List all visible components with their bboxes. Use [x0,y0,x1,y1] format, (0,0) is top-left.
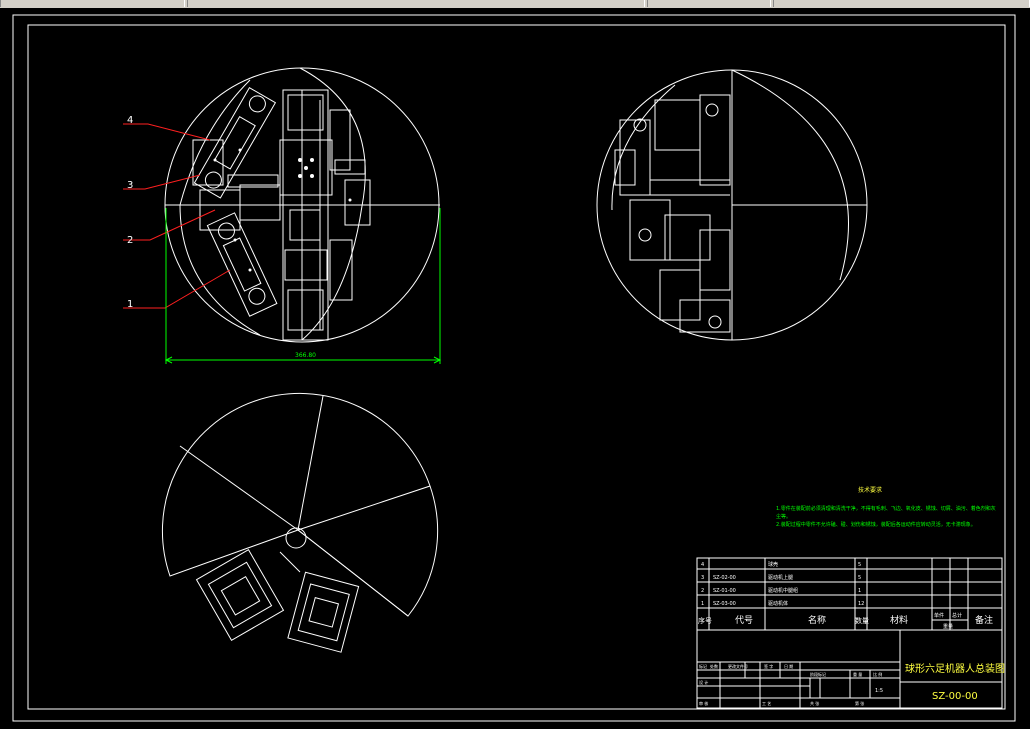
title-bar-segment [647,0,771,7]
bom-row-code: SZ-01-00 [713,588,736,594]
bom-header-remark: 备注 [975,614,993,626]
bom-row-no: 4 [701,562,704,568]
tb-scale: 1:5 [875,688,883,694]
tech-req-line-3: 2.装配过程中零件不允许磕、碰、划伤和锈蚀，装配后各运动件应转动灵活，无卡滞现象… [776,521,976,528]
bom-header-code: 代号 [735,615,753,626]
tb-label: 设 计 [699,679,708,685]
bom-row-qty: 12 [858,601,864,607]
bom-header-weight: 重量 [943,623,953,630]
bom-header-total: 总计 [952,612,962,619]
bom-row-name: 驱动机上腿 [768,574,793,581]
tb-label: 重 量 [853,671,862,677]
bom-row-code: SZ-03-00 [713,601,736,607]
drawing-number: SZ-00-00 [932,691,978,702]
tb-label: 共 张 [810,700,819,706]
tb-label: 审 核 [699,700,708,706]
outer-frame [12,14,1016,722]
dimension-line [164,208,442,364]
tb-label: 签 字 [764,663,773,669]
bom-row-name: 驱动机中腿组 [768,587,798,594]
balloon-3: 3 [127,180,133,191]
side-view [596,69,868,341]
bom-row-qty: 5 [858,562,861,568]
tech-req-title: 技术要求 [858,486,882,494]
bom-row-no: 1 [701,601,704,607]
bom-header-material: 材料 [890,614,908,626]
balloon-1: 1 [127,299,133,310]
front-view [164,67,440,343]
bom-row-qty: 5 [858,575,861,581]
bom-header-single: 单件 [934,612,944,619]
tb-label: 工 艺 [762,701,771,706]
drawing-title: 球形六足机器人总装图 [905,662,1005,675]
tb-label: 处数 [710,663,718,669]
tech-req-line-1: 1.零件在装配前必须清理和清洗干净，不得有毛刺、飞边、氧化皮、锈蚀、切屑、油污、… [776,505,996,512]
bom-row-qty: 1 [858,588,861,594]
title-bar-segment [187,0,645,7]
bom-header-no: 序号 [698,616,712,625]
tb-label: 阶段标记 [810,671,826,677]
title-bar-segment [773,0,1030,7]
balloon-2: 2 [127,235,133,246]
bom-row-name: 驱动机体 [768,600,788,607]
title-bar-strip [0,0,1030,8]
top-view [161,392,439,653]
balloon-leaders [123,123,231,309]
bom-row-no: 3 [701,575,704,581]
bom-row-no: 2 [701,588,704,594]
balloon-4: 4 [127,115,133,126]
tb-label: 更改文件号 [728,663,748,669]
bom-table [696,557,1003,709]
bom-header-name: 名称 [808,614,826,626]
bom-header-qty: 数量 [855,616,869,625]
tech-req-line-2: 尘等。 [776,513,791,520]
tb-label: 日 期 [784,663,793,669]
tb-label: 比 例 [873,671,882,677]
drawing-canvas[interactable]: 4 3 2 1 366.80 技术要求 1.零件在装配前必须清理和清洗干净，不得… [0,8,1030,729]
bom-row-name: 球壳 [768,561,778,568]
tb-label: 第 张 [855,700,864,706]
dimension-text: 366.80 [295,352,316,359]
bom-row-code: SZ-02-00 [713,575,736,581]
title-bar-segment [0,0,185,7]
tb-label: 标记 [699,663,707,669]
